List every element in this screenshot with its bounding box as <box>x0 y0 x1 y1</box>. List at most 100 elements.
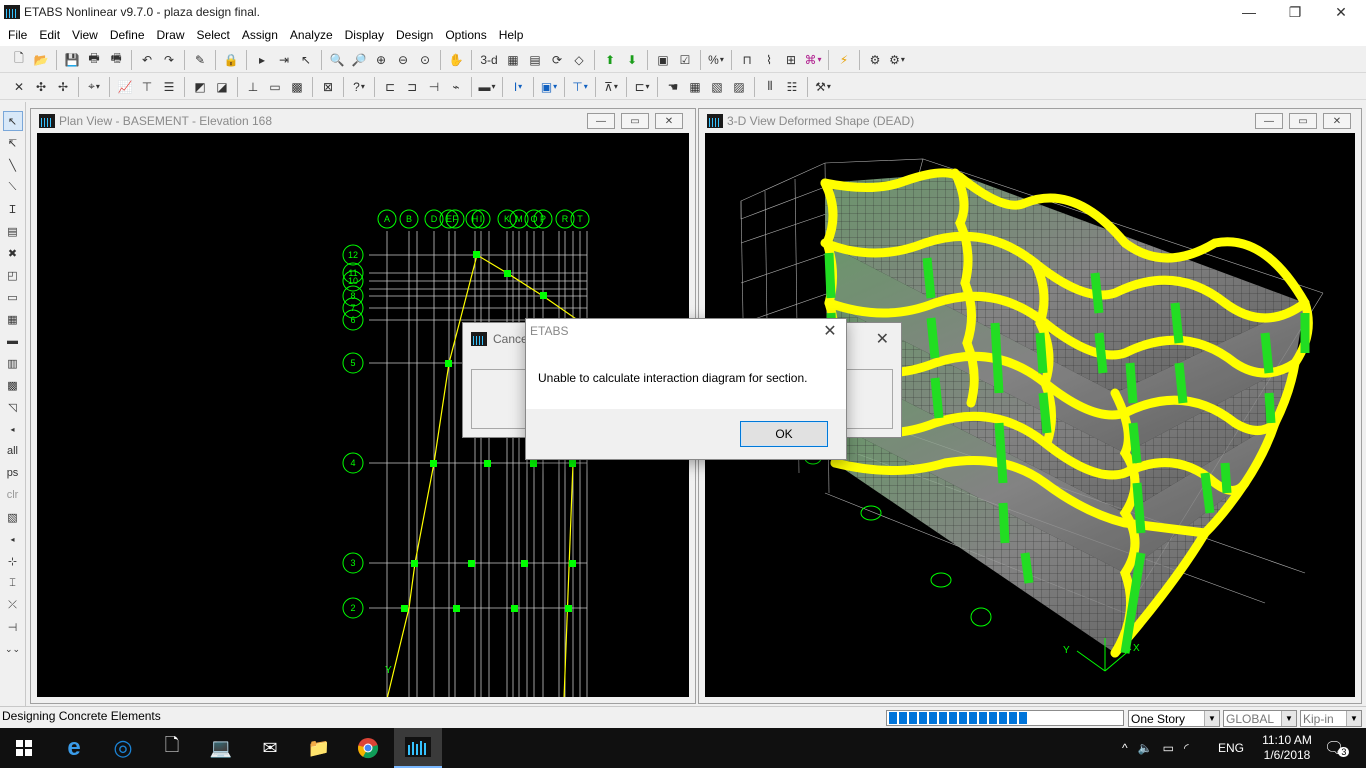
zoom-out-icon[interactable]: ⊖ <box>393 50 413 70</box>
menu-view[interactable]: View <box>66 28 104 42</box>
ok-button[interactable]: OK <box>740 421 828 447</box>
spring-icon[interactable]: ⌁ <box>446 77 466 97</box>
beam-icon[interactable]: ⊏ <box>380 77 400 97</box>
menu-options[interactable]: Options <box>439 28 492 42</box>
menu-select[interactable]: Select <box>191 28 236 42</box>
etabs-taskbar-icon[interactable] <box>394 728 442 768</box>
coord-system-select[interactable]: GLOBAL ▼ <box>1223 710 1297 727</box>
new-file-icon[interactable]: 🗋 <box>9 50 29 70</box>
cancel-dialog-close-icon[interactable]: ✕ <box>876 329 889 349</box>
draw-ramp-icon[interactable]: ◹ <box>3 397 23 417</box>
rotate-view-icon[interactable]: ⟳ <box>547 50 567 70</box>
document-icon[interactable]: 🗋 <box>148 728 196 768</box>
draw-brace-icon[interactable]: ⟍ <box>3 177 23 197</box>
draw-beam-icon[interactable]: ▤ <box>3 221 23 241</box>
forces-icon[interactable]: ⊞ <box>781 50 801 70</box>
query-icon[interactable]: ? <box>349 77 369 97</box>
clear-select-icon[interactable]: clr <box>3 485 23 505</box>
redo-icon[interactable]: ↷ <box>159 50 179 70</box>
maximize-button[interactable]: ❐ <box>1272 0 1318 24</box>
link-icon[interactable]: ⊣ <box>424 77 444 97</box>
volume-icon[interactable]: 🔈 <box>1138 741 1153 755</box>
zoom-in-icon[interactable]: ⊕ <box>371 50 391 70</box>
area-load-icon[interactable]: ▧ <box>707 77 727 97</box>
language-indicator[interactable]: ENG <box>1218 728 1244 768</box>
perspective-icon[interactable]: ◇ <box>569 50 589 70</box>
box-section-icon[interactable]: ▣ <box>539 77 559 97</box>
previous-select-icon[interactable]: ps <box>3 463 23 483</box>
menu-file[interactable]: File <box>2 28 33 42</box>
snap-point-icon[interactable]: ⊹ <box>3 551 23 571</box>
action-center-icon[interactable]: 🗨 3 <box>1324 728 1350 768</box>
plan-close-button[interactable]: ✕ <box>655 113 683 129</box>
system-tray-icons[interactable]: ^ 🔈 ▭ ◜ <box>1122 728 1199 768</box>
story-mode-select[interactable]: One Story ▼ <box>1128 710 1220 727</box>
remote-desktop-icon[interactable]: 💻 <box>197 728 245 768</box>
windows-start-icon[interactable] <box>0 728 48 768</box>
graph-icon[interactable]: 📈 <box>115 77 135 97</box>
minimize-button[interactable]: — <box>1226 0 1272 24</box>
pan-icon[interactable]: ✋ <box>446 50 466 70</box>
3d-restore-button[interactable]: ▭ <box>1289 113 1317 129</box>
more-tools-icon[interactable]: ⚒ <box>813 77 833 97</box>
pointer-icon[interactable]: ↖ <box>296 50 316 70</box>
draw-floor-icon[interactable]: ▦ <box>3 309 23 329</box>
3d-view-button[interactable]: 3-d <box>477 50 501 70</box>
pier-icon[interactable]: ◪ <box>212 77 232 97</box>
reshape-icon[interactable]: ↸ <box>3 133 23 153</box>
menu-analyze[interactable]: Analyze <box>284 28 339 42</box>
battery-icon[interactable]: ▭ <box>1163 741 1174 755</box>
intersect-select-icon[interactable]: ▧ <box>3 507 23 527</box>
check-icon[interactable]: ☑ <box>675 50 695 70</box>
columns-icon[interactable]: ⫴ <box>760 77 780 97</box>
zoom-restore-icon[interactable]: 🔎 <box>349 50 369 70</box>
snap-icon[interactable]: ✕ <box>9 77 29 97</box>
grid-lines-icon[interactable]: ▦ <box>685 77 705 97</box>
draw-slab-icon[interactable]: ▩ <box>3 375 23 395</box>
lightning-icon[interactable]: ⚡ <box>834 50 854 70</box>
pencil-icon[interactable]: ✎ <box>190 50 210 70</box>
mesh-area-icon[interactable]: ▨ <box>729 77 749 97</box>
snap-midpoint-icon[interactable]: ✢ <box>53 77 73 97</box>
draw-opening-icon[interactable]: ▥ <box>3 353 23 373</box>
menu-help[interactable]: Help <box>493 28 530 42</box>
hand-icon[interactable]: ☚ <box>663 77 683 97</box>
scroll-down-icon[interactable]: ⌄⌄ <box>3 639 23 659</box>
draw-wall-icon[interactable]: ▬ <box>3 331 23 351</box>
restraint-icon[interactable]: ⊥ <box>243 77 263 97</box>
open-folder-icon[interactable]: 📂 <box>31 50 51 70</box>
member-forces-icon[interactable]: ⌘ <box>803 50 823 70</box>
print-preview-icon[interactable]: 🖷 <box>106 50 126 70</box>
rows-icon[interactable]: ☷ <box>782 77 802 97</box>
clock[interactable]: 11:10 AM 1/6/2018 <box>1252 728 1322 768</box>
chrome-icon[interactable] <box>344 728 392 768</box>
brace-icon[interactable]: ⊐ <box>402 77 422 97</box>
deformed-shape-icon[interactable]: ⌇ <box>759 50 779 70</box>
draw-column-icon[interactable]: Ｉ <box>3 199 23 219</box>
3d-minimize-button[interactable]: — <box>1255 113 1283 129</box>
tee-section-icon[interactable]: ⊤ <box>570 77 590 97</box>
mail-icon[interactable]: ✉ <box>246 728 294 768</box>
mesh-icon[interactable]: ▩ <box>287 77 307 97</box>
move-up-icon[interactable]: ⬆ <box>600 50 620 70</box>
zoom-fit-icon[interactable]: ⊙ <box>415 50 435 70</box>
zoom-window-icon[interactable]: 🔍 <box>327 50 347 70</box>
step-icon[interactable]: ⇥ <box>274 50 294 70</box>
menu-define[interactable]: Define <box>104 28 151 42</box>
snap-intersection-icon[interactable]: ✣ <box>31 77 51 97</box>
menu-display[interactable]: Display <box>339 28 390 42</box>
area-icon[interactable]: ▭ <box>265 77 285 97</box>
i-section-icon[interactable]: I <box>508 77 528 97</box>
design-options-icon[interactable]: ⚙ <box>887 50 907 70</box>
draw-cross-brace-icon[interactable]: ✖ <box>3 243 23 263</box>
scroll-left-icon[interactable]: ◂ <box>3 529 23 549</box>
snap-cross-icon[interactable]: ⤫ <box>3 595 23 615</box>
select-all-icon[interactable]: all <box>3 441 23 461</box>
wall-icon[interactable]: ◩ <box>190 77 210 97</box>
lock-icon[interactable]: 🔒 <box>221 50 241 70</box>
wifi-icon[interactable]: ◜ <box>1184 741 1189 755</box>
select-pointer-icon[interactable]: ↖ <box>2 111 23 131</box>
menu-draw[interactable]: Draw <box>151 28 191 42</box>
print-icon[interactable]: 🖶 <box>84 50 104 70</box>
internet-explorer-icon[interactable]: e <box>50 728 98 768</box>
